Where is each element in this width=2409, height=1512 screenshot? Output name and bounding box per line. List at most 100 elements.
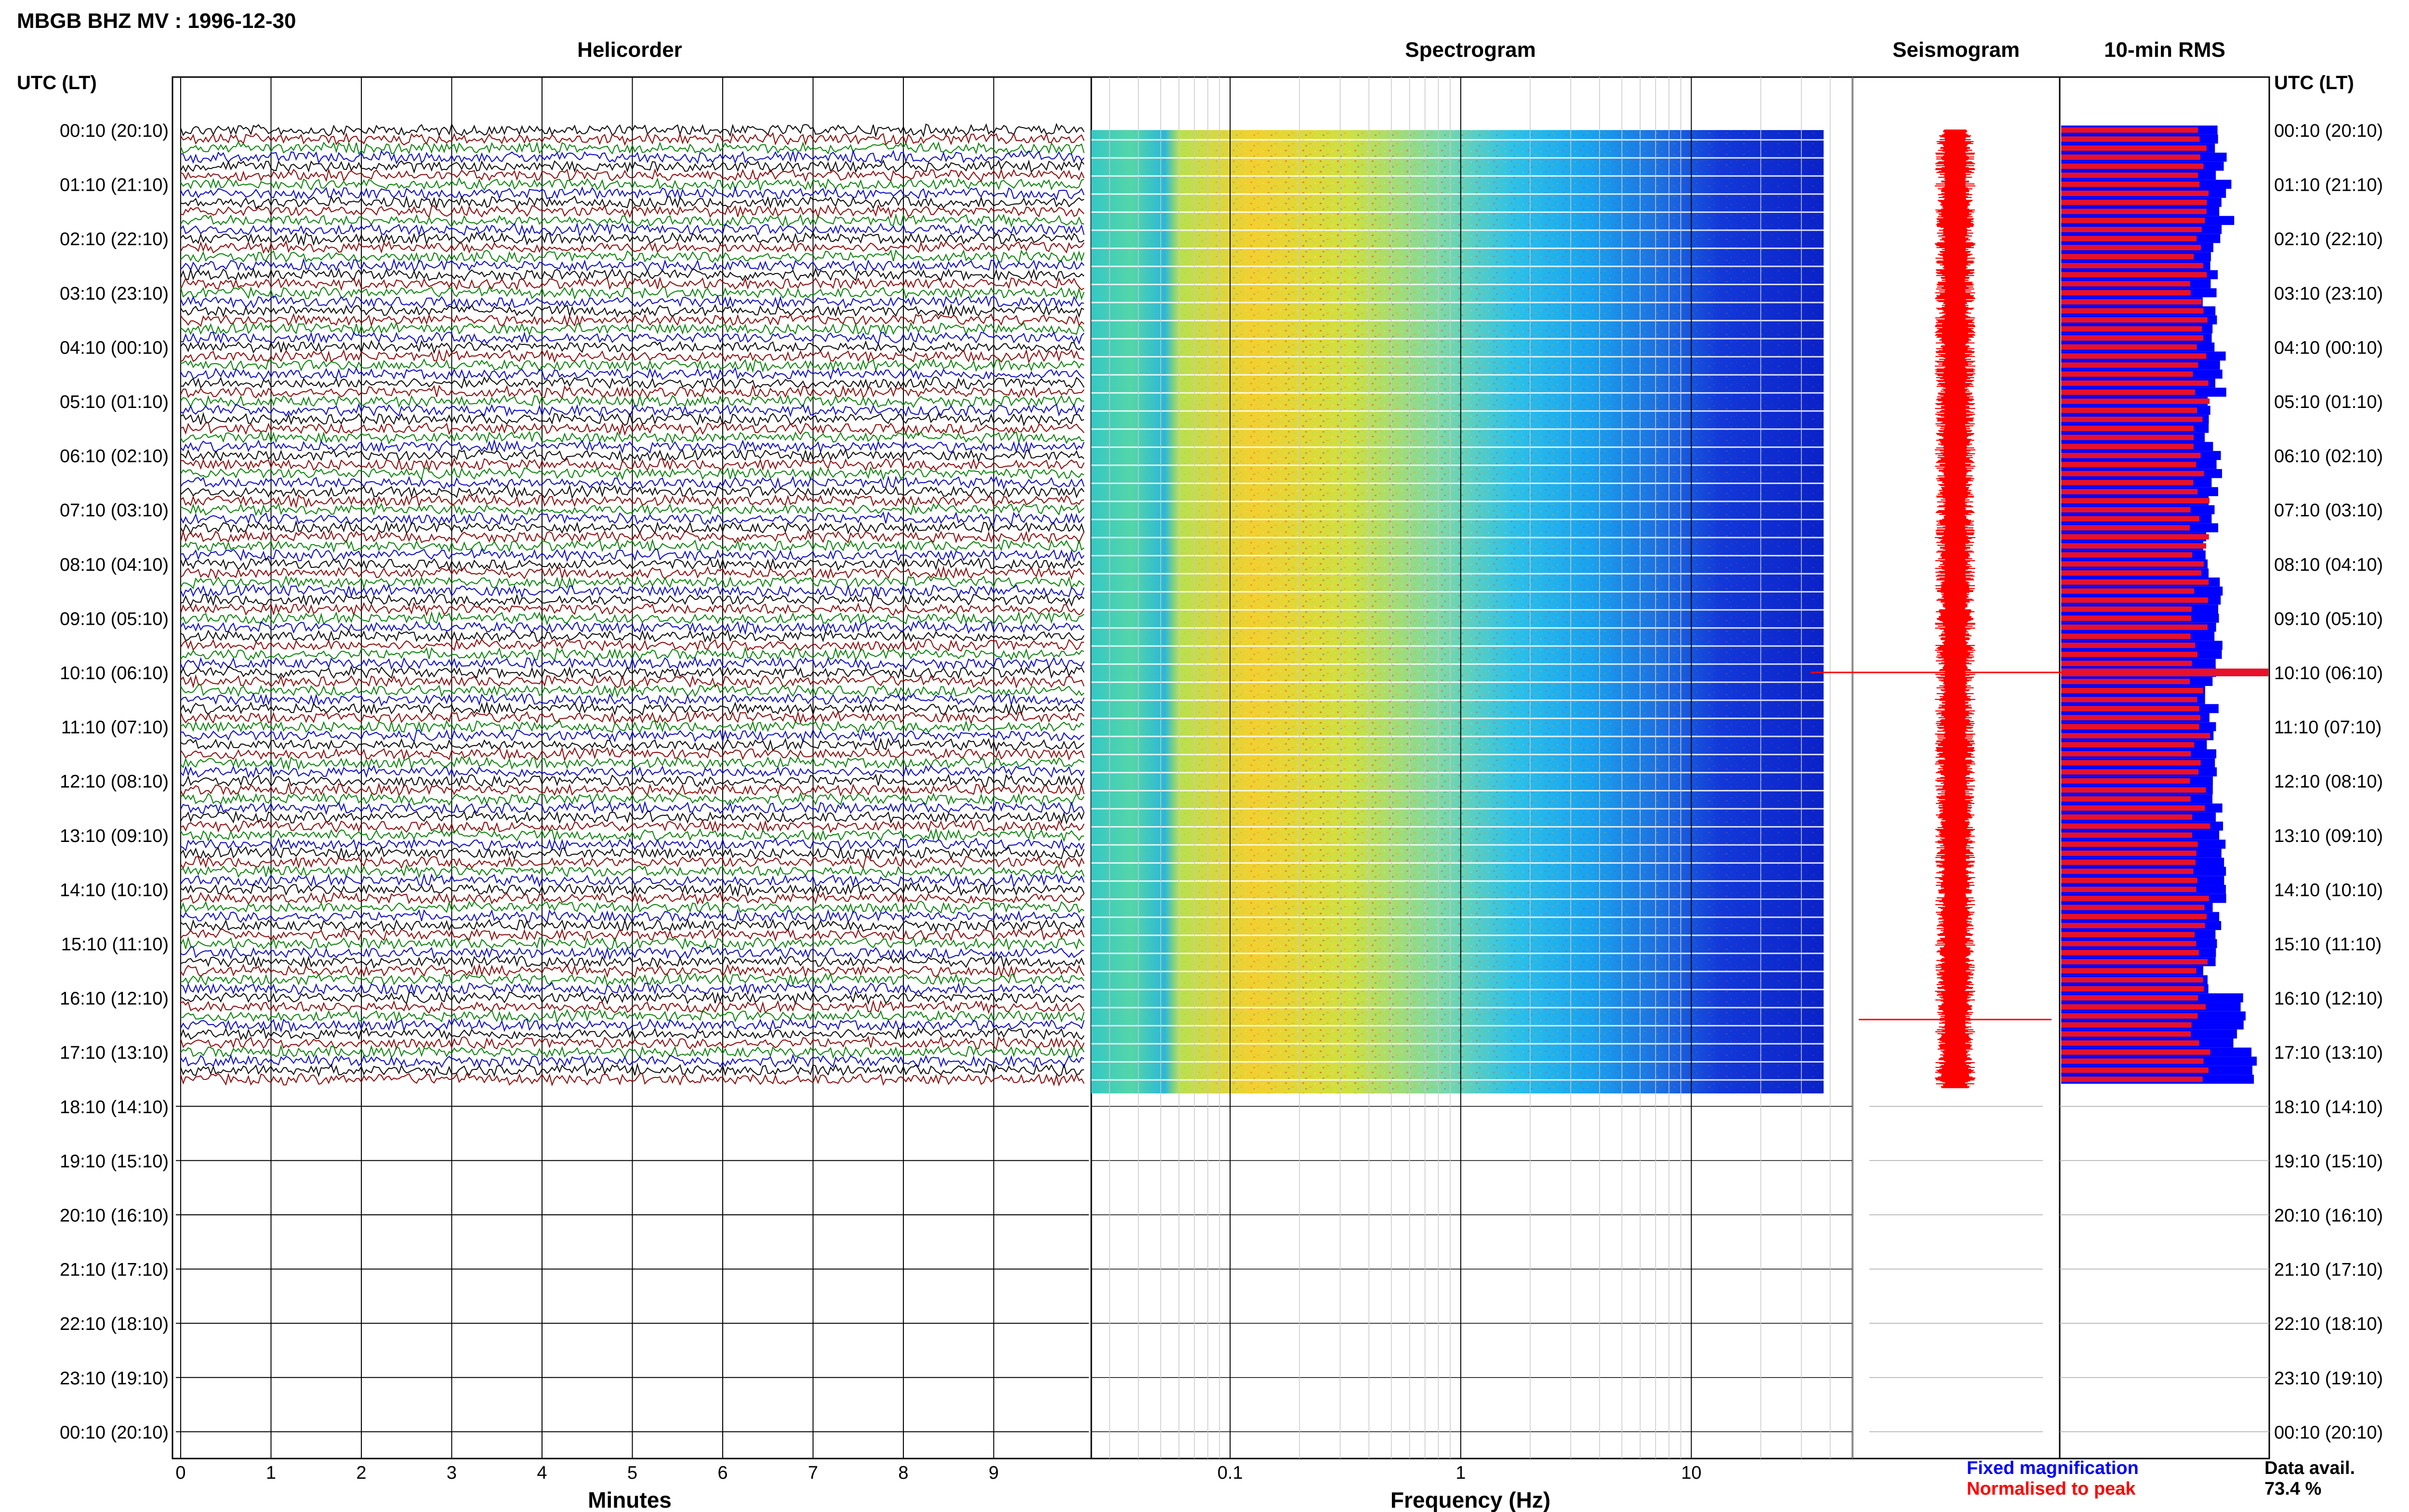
rms-bar-normalised	[2061, 986, 2204, 992]
spectrogram-gap	[1091, 374, 1824, 376]
rms-bar-normalised	[2061, 263, 2203, 269]
spectrogram-gap	[1091, 808, 1824, 810]
spectrogram-gap	[1091, 717, 1824, 719]
rms-bar-normalised	[2061, 895, 2209, 901]
rms-bar-normalised	[2061, 371, 2193, 377]
spectrogram-gap	[1091, 971, 1824, 973]
row-label-right: 04:10 (00:10)	[2274, 338, 2383, 358]
row-label-left: 15:10 (11:10)	[61, 934, 169, 955]
row-label-right: 18:10 (14:10)	[2274, 1097, 2383, 1118]
rms-bar-normalised	[2061, 461, 2197, 467]
rms-bar-normalised	[2061, 769, 2199, 775]
helicorder-tick-label: 7	[808, 1463, 818, 1483]
spectrogram-gap	[1091, 898, 1824, 900]
rms-bar-normalised	[2061, 651, 2197, 657]
rms-bar-normalised	[2061, 697, 2197, 702]
rms-bar-normalised	[2061, 362, 2198, 368]
helicorder-tick-label: 2	[356, 1463, 366, 1483]
rms-bar-normalised	[2061, 633, 2191, 639]
row-label-left: 01:10 (21:10)	[60, 175, 169, 196]
rms-bar-normalised	[2061, 959, 2208, 965]
rms-bar-normalised	[2061, 679, 2190, 684]
rms-bar-normalised	[2061, 886, 2197, 893]
rms-bar-normalised	[2061, 787, 2206, 793]
legend-fixed: Fixed magnification	[1967, 1458, 2139, 1478]
row-label-right: 16:10 (12:10)	[2274, 989, 2383, 1009]
rms-bar-normalised	[2061, 823, 2210, 829]
rms-title: 10-min RMS	[2104, 38, 2225, 62]
spectrogram-gap	[1091, 663, 1824, 665]
rms-bar-normalised	[2061, 136, 2200, 142]
rms-bar-normalised	[2061, 335, 2203, 341]
seismogram-trace	[1935, 129, 1975, 1089]
rms-bar-normalised	[2061, 597, 2208, 603]
spectrogram-gap	[1091, 265, 1824, 267]
spectrogram-gap	[1091, 1043, 1824, 1045]
rms-bar-normalised	[2061, 308, 2204, 314]
spectrogram-gap	[1091, 1025, 1824, 1026]
rms-bar-normalised	[2061, 299, 2202, 305]
rms-bar-normalised	[2061, 615, 2192, 621]
helicorder-tick-label: 9	[989, 1463, 999, 1483]
spectrogram-gap	[1091, 1079, 1824, 1081]
spectrogram-gap	[1091, 555, 1824, 557]
row-label-left: 11:10 (07:10)	[61, 718, 169, 738]
rms-bar-normalised	[2061, 127, 2198, 133]
helicorder-tick-label: 8	[898, 1463, 908, 1483]
utc-label-left: UTC (LT)	[17, 72, 97, 93]
spectrogram-gap	[1091, 591, 1824, 593]
rms-bar-normalised	[2061, 1076, 2203, 1082]
seismogram-title: Seismogram	[1893, 38, 2020, 62]
spectrogram-gap	[1091, 988, 1824, 990]
rms-bar-normalised	[2061, 326, 2202, 332]
rms-bar-normalised	[2061, 245, 2201, 250]
rms-bar-normalised	[2061, 344, 2197, 350]
row-label-right: 07:10 (03:10)	[2274, 500, 2383, 521]
spectrogram-tick-label: 0.1	[1218, 1463, 1243, 1483]
rms-bar-normalised	[2061, 444, 2194, 449]
rms-bar-normalised	[2061, 525, 2190, 531]
row-label-left: 18:10 (14:10)	[60, 1097, 169, 1118]
rms-bar-normalised	[2061, 588, 2195, 594]
data-avail-label: Data avail.	[2264, 1458, 2355, 1478]
rms-bar-normalised	[2061, 190, 2209, 196]
row-label-right: 15:10 (11:10)	[2274, 934, 2382, 955]
rms-bar-normalised	[2061, 660, 2192, 666]
rms-bar-normalised	[2061, 281, 2190, 287]
row-label-left: 00:10 (20:10)	[60, 121, 169, 141]
row-label-left: 17:10 (13:10)	[60, 1043, 169, 1063]
row-label-left: 21:10 (17:10)	[60, 1260, 169, 1280]
rms-bar-normalised	[2061, 941, 2197, 947]
rms-bar-normalised	[2061, 380, 2209, 386]
rms-bar-normalised	[2061, 878, 2197, 883]
rms-bar-normalised	[2061, 706, 2199, 711]
rms-bar-normalised	[2061, 290, 2191, 296]
rms-bar-normalised	[2061, 914, 2207, 920]
helicorder-tick-label: 6	[717, 1463, 728, 1483]
rms-bar-normalised	[2061, 272, 2207, 277]
rms-bar-normalised	[2061, 579, 2209, 585]
spectrogram-gap	[1091, 211, 1824, 213]
rms-bar-normalised	[2061, 254, 2194, 260]
spectrogram-gap	[1091, 320, 1824, 322]
rms-bar-normalised	[2061, 498, 2210, 504]
rms-bar-peak	[2061, 669, 2268, 676]
rms-bar-normalised	[2061, 434, 2194, 440]
seismic-figure: MBGB BHZ MV : 1996-12-30 Helicorder Spec…	[17, 9, 2383, 1512]
rms-bar-normalised	[2061, 1067, 2209, 1073]
row-label-left: 09:10 (05:10)	[60, 609, 169, 629]
rms-bar-normalised	[2061, 733, 2210, 738]
rms-bar-normalised	[2061, 850, 2197, 856]
helicorder-x-label: Minutes	[588, 1487, 672, 1512]
helicorder-tick-label: 5	[627, 1463, 637, 1483]
rms-bar-normalised	[2061, 199, 2207, 205]
spectrogram-gap	[1091, 229, 1824, 231]
rms-bar-normalised	[2061, 408, 2197, 413]
row-label-left: 07:10 (03:10)	[60, 500, 169, 521]
row-label-right: 10:10 (06:10)	[2274, 663, 2383, 684]
row-label-right: 11:10 (07:10)	[2274, 718, 2382, 738]
rms-bar-normalised	[2061, 489, 2198, 495]
helicorder-tick-label: 4	[537, 1463, 547, 1483]
rms-bar-normalised	[2061, 968, 2197, 973]
spectrogram-gap	[1091, 753, 1824, 755]
